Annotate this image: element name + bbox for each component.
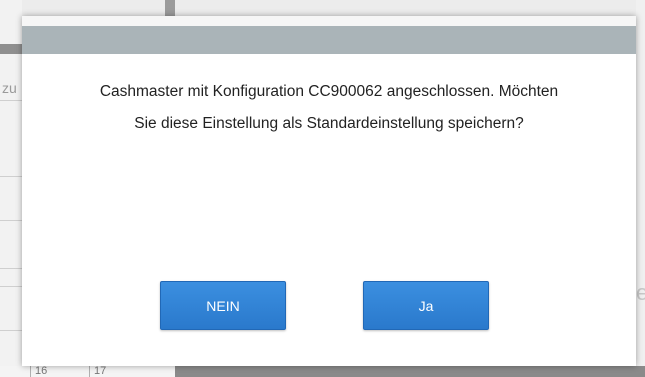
no-button[interactable]: NEIN bbox=[160, 281, 286, 330]
background-right-column: e bbox=[636, 0, 645, 377]
calendar-cell: 17 bbox=[89, 366, 106, 377]
dialog-message: Cashmaster mit Konfiguration CC900062 an… bbox=[22, 76, 636, 140]
dialog-title-bar bbox=[22, 26, 636, 54]
background-glyph: e bbox=[636, 280, 645, 305]
background-divider bbox=[0, 100, 22, 101]
background-divider bbox=[0, 268, 22, 269]
background-block bbox=[165, 0, 175, 16]
dialog-header bbox=[22, 16, 636, 54]
background-divider bbox=[0, 220, 22, 221]
confirmation-dialog: Cashmaster mit Konfiguration CC900062 an… bbox=[22, 16, 636, 366]
background-calendar-cells: 16 17 bbox=[0, 366, 645, 377]
dialog-message-line: Cashmaster mit Konfiguration CC900062 an… bbox=[99, 83, 559, 100]
calendar-cell: 16 bbox=[30, 366, 47, 377]
background-block bbox=[0, 44, 22, 54]
background-cut-text: zu bbox=[2, 80, 17, 96]
dialog-message-line: Sie diese Einstellung als Standardeinste… bbox=[134, 115, 524, 132]
background-divider bbox=[0, 330, 22, 331]
background-left-column: zu bbox=[0, 0, 22, 377]
background-divider bbox=[0, 176, 22, 177]
yes-button[interactable]: Ja bbox=[363, 281, 489, 330]
background-divider bbox=[0, 286, 22, 287]
